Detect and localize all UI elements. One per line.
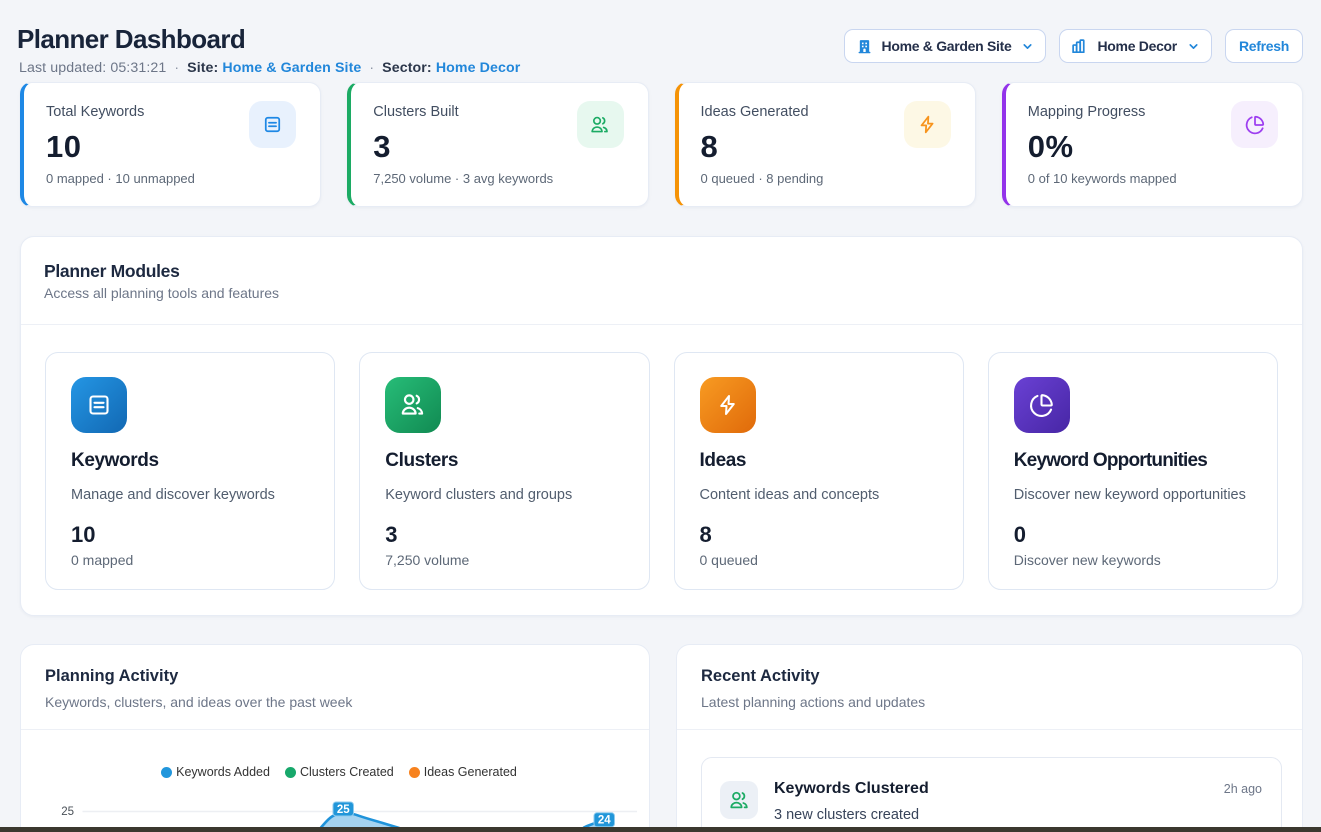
svg-text:25: 25 (337, 804, 350, 816)
svg-text:24: 24 (598, 815, 611, 827)
svg-text:25: 25 (61, 806, 74, 818)
